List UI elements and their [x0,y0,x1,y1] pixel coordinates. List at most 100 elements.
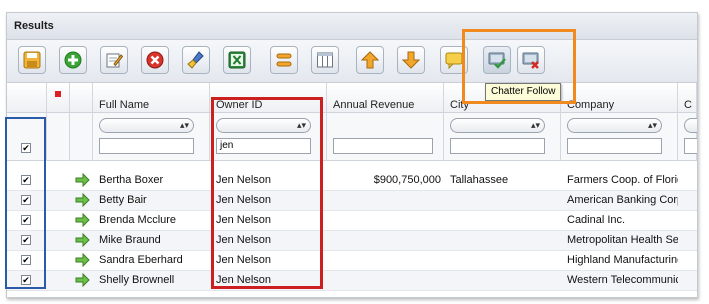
move-up-icon [361,51,379,69]
cell-owner: Jen Nelson [216,234,272,246]
cell-revenue: $900,750,000 [373,174,441,186]
full-name-operator-select[interactable]: ▴▾ [99,118,194,133]
arrow-right-icon[interactable] [75,213,90,227]
company-operator-select[interactable]: ▴▾ [567,118,662,133]
save-icon [23,51,41,69]
chatter-follow-button[interactable] [483,46,511,74]
refresh-button[interactable] [270,46,298,74]
edit-icon [106,53,123,68]
cell-full-name: Sandra Eberhard [99,254,183,266]
move-up-button[interactable] [356,46,384,74]
panel-title: Results [14,20,54,32]
refresh-icon [276,53,292,67]
edit-button[interactable] [100,46,128,74]
toolbar [7,40,697,83]
cell-full-name: Mike Braund [99,234,161,246]
move-down-icon [402,51,420,69]
arrow-right-icon[interactable] [75,173,90,187]
header-company[interactable]: Company [561,83,678,113]
cell-owner: Jen Nelson [216,174,272,186]
cell-full-name: Bertha Boxer [99,174,164,186]
table-row[interactable]: ✔ Sandra Eberhard Jen Nelson Highland Ma… [7,251,697,271]
table-row[interactable]: ✔ Bertha Boxer Jen Nelson $900,750,000 T… [7,171,697,191]
cell-owner: Jen Nelson [216,254,272,266]
clean-icon [187,51,204,69]
select-all-checkbox[interactable]: ✔ [21,143,31,153]
filter-select-all-cell: ✔ [7,113,47,161]
chatter-post-button[interactable] [440,46,468,74]
cell-company: Farmers Coop. of Florida [567,174,678,186]
excel-export-icon [228,51,246,69]
header-annual-revenue[interactable]: Annual Revenue [327,83,444,113]
header-action-column [70,83,93,113]
cell-full-name: Shelly Brownell [99,274,175,286]
results-panel: Results Chatter Follow Full Name Owner I… [6,12,698,298]
results-grid: Full Name Owner ID Annual Revenue City C… [7,83,697,297]
owner-id-filter-input[interactable]: jen [216,138,311,154]
chatter-follow-icon [488,52,506,69]
city-operator-select[interactable]: ▴▾ [450,118,545,133]
cell-company: Highland Manufacturing Ltd. [567,254,678,266]
clean-button[interactable] [182,46,210,74]
chatter-post-icon [445,52,463,69]
filter-full-name-cell: ▴▾ [93,113,210,161]
arrow-right-icon[interactable] [75,273,90,287]
cell-full-name: Brenda Mcclure [99,214,177,226]
row-checkbox[interactable]: ✔ [21,275,31,285]
header-annual-revenue-label: Annual Revenue [333,99,415,111]
export-excel-button[interactable] [223,46,251,74]
city-filter-input[interactable] [450,138,545,154]
header-select-column [7,83,47,113]
delete-button[interactable] [141,46,169,74]
panel-header: Results [7,13,697,40]
header-owner-id-label: Owner ID [216,99,263,111]
header-owner-id[interactable]: Owner ID [210,83,327,113]
row-checkbox[interactable]: ✔ [21,195,31,205]
revenue-filter-input[interactable] [333,138,433,154]
chatter-unfollow-button[interactable] [517,46,545,74]
arrow-right-icon[interactable] [75,233,90,247]
tooltip-chatter-follow: Chatter Follow [485,83,562,101]
arrow-right-icon[interactable] [75,253,90,267]
cell-company: Metropolitan Health Services [567,234,678,246]
full-name-filter-input[interactable] [99,138,194,154]
filter-flag-cell [47,113,70,161]
row-checkbox[interactable]: ✔ [21,235,31,245]
owner-id-operator-select[interactable]: ▴▾ [216,118,311,133]
row-checkbox[interactable]: ✔ [21,215,31,225]
table-row[interactable]: ✔ Shelly Brownell Jen Nelson Western Tel… [7,271,697,291]
table-row[interactable]: ✔ Brenda Mcclure Jen Nelson Cadinal Inc. [7,211,697,231]
table-row[interactable]: ✔ Mike Braund Jen Nelson Metropolitan He… [7,231,697,251]
row-checkbox[interactable]: ✔ [21,255,31,265]
header-extra-label: C [684,99,692,111]
arrow-right-icon[interactable] [75,193,90,207]
add-icon [64,51,82,69]
filter-city-cell: ▴▾ [444,113,561,161]
header-full-name[interactable]: Full Name [93,83,210,113]
columns-button[interactable] [311,46,339,74]
cell-owner: Jen Nelson [216,194,272,206]
cell-company: Cadinal Inc. [567,214,626,226]
move-down-button[interactable] [397,46,425,74]
header-city-label: City [450,99,469,111]
header-extra[interactable]: C [678,83,697,113]
cell-full-name: Betty Bair [99,194,147,206]
cell-company: American Banking Corp. [567,194,678,206]
company-filter-input[interactable] [567,138,662,154]
extra-filter-input[interactable] [684,138,697,154]
columns-icon [317,52,333,68]
add-button[interactable] [59,46,87,74]
row-checkbox[interactable]: ✔ [21,175,31,185]
header-flag-column [47,83,70,113]
cell-city: Tallahassee [450,174,509,186]
filter-revenue-cell [327,113,444,161]
cell-owner: Jen Nelson [216,274,272,286]
filter-action-cell [70,113,93,161]
save-button[interactable] [18,46,46,74]
extra-operator-select[interactable] [684,118,697,133]
filter-company-cell: ▴▾ [561,113,678,161]
filter-extra-cell [678,113,697,161]
delete-icon [146,51,164,69]
chatter-unfollow-icon [522,52,539,69]
table-row[interactable]: ✔ Betty Bair Jen Nelson American Banking… [7,191,697,211]
